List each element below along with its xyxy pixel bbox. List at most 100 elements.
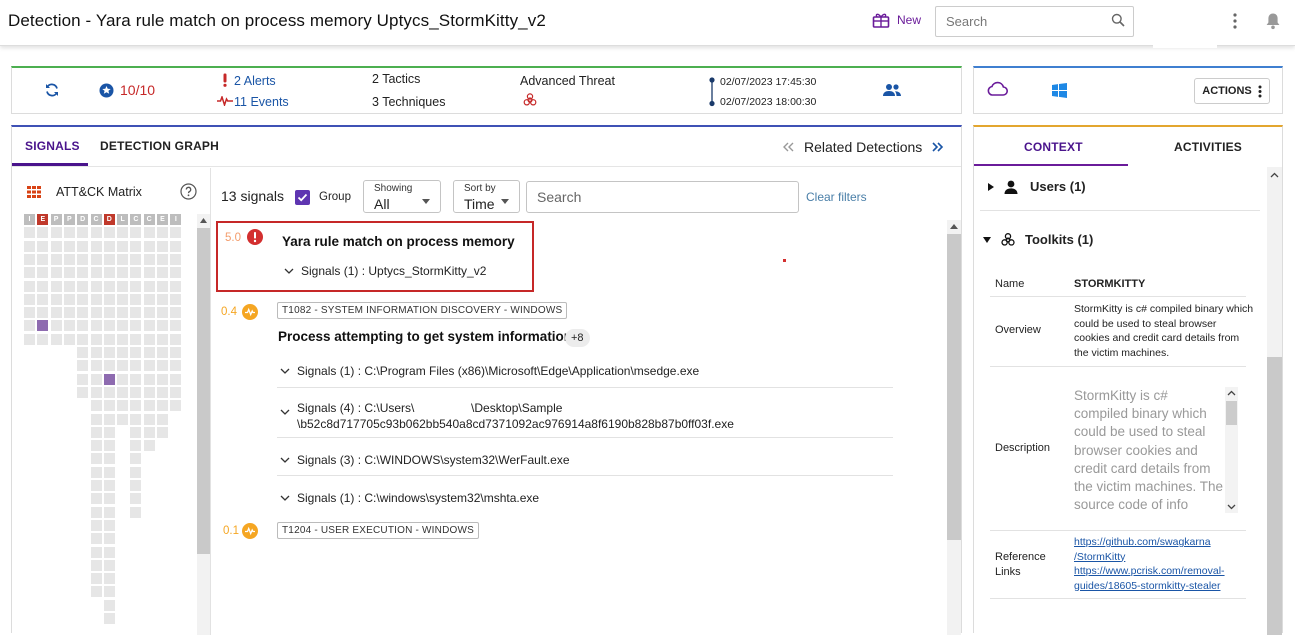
technique-cell[interactable]	[143, 347, 155, 358]
technique-cell[interactable]	[90, 480, 102, 491]
bell-icon[interactable]	[1265, 12, 1281, 30]
technique-cell[interactable]	[117, 267, 129, 279]
technique-cell[interactable]	[103, 333, 115, 345]
technique-cell[interactable]	[157, 400, 168, 412]
technique-cell[interactable]	[130, 400, 142, 412]
technique-cell[interactable]	[90, 373, 102, 385]
technique-cell[interactable]	[77, 253, 89, 265]
technique-cell[interactable]	[24, 240, 35, 252]
technique-cell[interactable]	[157, 320, 168, 332]
technique-cell[interactable]	[37, 293, 49, 305]
technique-cell[interactable]	[37, 280, 49, 292]
technique-cell[interactable]	[90, 293, 102, 305]
signal-group-row[interactable]: Signals (4) : C:\Users\ \Desktop\Sample …	[280, 400, 734, 432]
tactic-column-header[interactable]: E	[37, 214, 49, 225]
technique-cell[interactable]	[90, 493, 102, 505]
technique-cell[interactable]	[170, 400, 182, 412]
technique-cell[interactable]	[103, 386, 115, 398]
reference-link-pcrisk[interactable]: https://www.pcrisk.com/removal- guides/1…	[1074, 564, 1225, 593]
technique-cell[interactable]	[143, 400, 155, 412]
technique-cell[interactable]	[37, 253, 49, 265]
technique-cell[interactable]	[90, 400, 102, 412]
technique-cell[interactable]	[77, 333, 89, 345]
technique-cell[interactable]	[143, 360, 155, 372]
link-line[interactable]: https://www.pcrisk.com/removal-	[1074, 564, 1225, 579]
technique-cell[interactable]	[90, 347, 102, 358]
technique-cell[interactable]	[24, 267, 35, 279]
tactic-column-header[interactable]: C	[143, 214, 155, 225]
technique-cell[interactable]	[103, 347, 115, 358]
windows-icon[interactable]	[1052, 83, 1067, 98]
technique-cell[interactable]	[157, 267, 168, 279]
technique-cell[interactable]	[90, 267, 102, 279]
technique-cell[interactable]	[63, 227, 75, 239]
technique-cell[interactable]	[157, 360, 168, 372]
technique-cell[interactable]	[90, 533, 102, 545]
technique-cell[interactable]	[90, 360, 102, 372]
technique-cell[interactable]	[103, 480, 115, 491]
technique-cell[interactable]	[24, 333, 35, 345]
users-section-toggle[interactable]: Users (1)	[988, 179, 1086, 194]
technique-cell[interactable]	[63, 253, 75, 265]
technique-cell[interactable]	[130, 360, 142, 372]
matrix-scroll-thumb[interactable]	[197, 228, 210, 554]
technique-cell[interactable]	[103, 440, 115, 452]
tactic-column-header[interactable]: D	[77, 214, 89, 225]
technique-cell[interactable]	[103, 413, 115, 425]
technique-cell[interactable]	[117, 413, 129, 425]
technique-cell[interactable]	[90, 280, 102, 292]
refresh-icon[interactable]	[44, 82, 60, 98]
technique-cell[interactable]	[103, 546, 115, 558]
technique-cell[interactable]	[103, 307, 115, 319]
technique-cell[interactable]	[170, 373, 182, 385]
technique-cell[interactable]	[90, 333, 102, 345]
technique-cell[interactable]	[50, 253, 62, 265]
technique-cell[interactable]	[37, 333, 49, 345]
technique-cell[interactable]	[103, 267, 115, 279]
tactic-column-header[interactable]: P	[63, 214, 75, 225]
technique-cell[interactable]	[130, 320, 142, 332]
technique-cell[interactable]	[50, 307, 62, 319]
technique-cell[interactable]	[157, 373, 168, 385]
technique-cell[interactable]	[157, 280, 168, 292]
context-scrollbar[interactable]	[1267, 167, 1282, 635]
more-options-icon[interactable]	[1228, 12, 1242, 30]
technique-cell[interactable]	[103, 506, 115, 518]
technique-cell[interactable]	[130, 240, 142, 252]
technique-cell[interactable]	[143, 413, 155, 425]
technique-cell[interactable]	[117, 320, 129, 332]
tab-signals[interactable]: SIGNALS	[25, 139, 80, 153]
technique-cell[interactable]	[103, 613, 115, 624]
technique-cell[interactable]	[143, 373, 155, 385]
technique-cell[interactable]	[50, 320, 62, 332]
technique-cell[interactable]	[130, 280, 142, 292]
technique-cell[interactable]	[103, 227, 115, 239]
technique-cell[interactable]	[130, 227, 142, 239]
clear-filters-link[interactable]: Clear filters	[806, 190, 867, 204]
technique-cell[interactable]	[170, 360, 182, 372]
technique-cell[interactable]	[117, 360, 129, 372]
new-button[interactable]: New	[872, 12, 921, 28]
link-line[interactable]: /StormKitty	[1074, 550, 1211, 565]
technique-cell[interactable]	[143, 240, 155, 252]
technique-cell[interactable]	[170, 333, 182, 345]
technique-cell[interactable]	[157, 333, 168, 345]
signal-group-row[interactable]: Signals (1) : Uptycs_StormKitty_v2	[284, 264, 486, 278]
technique-cell[interactable]	[157, 347, 168, 358]
technique-cell[interactable]	[103, 293, 115, 305]
technique-cell[interactable]	[37, 320, 49, 332]
technique-cell[interactable]	[157, 293, 168, 305]
technique-cell[interactable]	[157, 413, 168, 425]
sort-dropdown[interactable]: Sort by Time	[453, 180, 520, 213]
previous-detection-icon[interactable]	[782, 142, 794, 152]
technique-cell[interactable]	[143, 386, 155, 398]
context-scroll-thumb[interactable]	[1267, 357, 1282, 635]
technique-cell[interactable]	[103, 493, 115, 505]
technique-cell[interactable]	[117, 227, 129, 239]
matrix-scrollbar[interactable]	[197, 214, 210, 635]
technique-cell[interactable]	[170, 227, 182, 239]
technique-cell[interactable]	[63, 267, 75, 279]
technique-cell[interactable]	[77, 386, 89, 398]
technique-cell[interactable]	[77, 320, 89, 332]
technique-cell[interactable]	[170, 267, 182, 279]
